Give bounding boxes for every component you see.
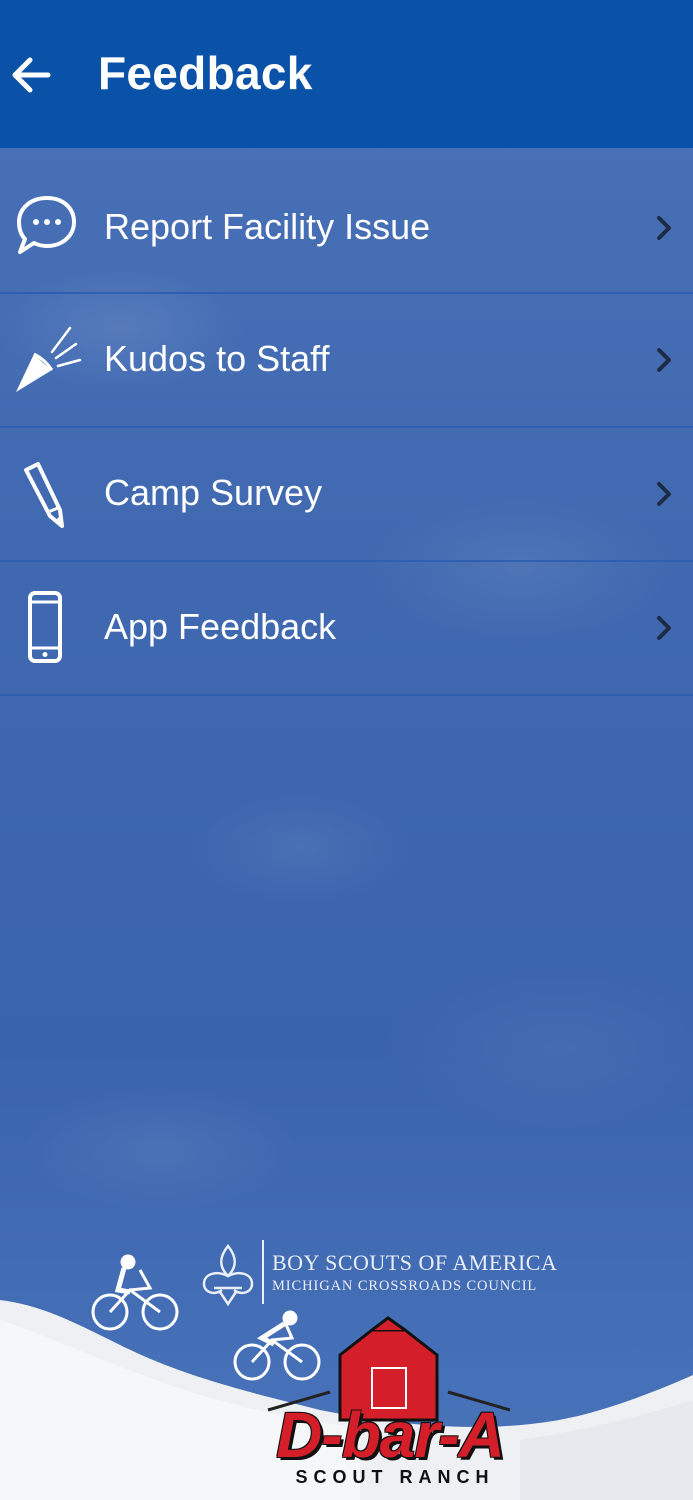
app-bar: Feedback bbox=[0, 0, 693, 148]
menu-item-label: Report Facility Issue bbox=[104, 206, 431, 247]
cyclist-icon bbox=[91, 1254, 179, 1331]
menu-item-label: App Feedback bbox=[104, 606, 337, 647]
megaphone-icon bbox=[16, 326, 82, 392]
menu-item-camp-survey[interactable]: Camp Survey bbox=[0, 428, 693, 562]
logo-divider bbox=[262, 1240, 264, 1304]
arrow-left-icon bbox=[12, 57, 51, 93]
menu-item-kudos-to-staff[interactable]: Kudos to Staff bbox=[0, 294, 693, 428]
chevron-right-icon bbox=[657, 216, 671, 240]
fleur-de-lis-icon bbox=[202, 1243, 254, 1307]
chevron-right-icon bbox=[657, 348, 671, 372]
bsa-name: BOY SCOUTS OF AMERICA bbox=[272, 1250, 558, 1275]
brand-name: D-bar-A bbox=[276, 1399, 505, 1471]
menu-item-app-feedback[interactable]: App Feedback bbox=[0, 562, 693, 696]
chevron-right-icon bbox=[657, 616, 671, 640]
menu-item-report-facility-issue[interactable]: Report Facility Issue bbox=[0, 162, 693, 294]
phone-icon bbox=[28, 591, 62, 663]
brand-subtitle: SCOUT RANCH bbox=[295, 1467, 495, 1487]
feedback-menu: Report Facility Issue Kudos to Staff Cam… bbox=[0, 162, 693, 696]
back-button[interactable] bbox=[10, 50, 54, 100]
chevron-right-icon bbox=[657, 482, 671, 506]
bsa-council: MICHIGAN CROSSROADS COUNCIL bbox=[272, 1278, 538, 1294]
pencil-icon bbox=[24, 462, 64, 528]
menu-item-label: Kudos to Staff bbox=[104, 338, 330, 379]
bsa-logo-text: BOY SCOUTS OF AMERICA MICHIGAN CROSSROAD… bbox=[272, 1250, 557, 1295]
page-title: Feedback bbox=[98, 47, 313, 99]
chat-bubble-icon bbox=[17, 196, 76, 254]
menu-item-label: Camp Survey bbox=[104, 472, 323, 513]
cyclist-icon bbox=[233, 1310, 321, 1381]
